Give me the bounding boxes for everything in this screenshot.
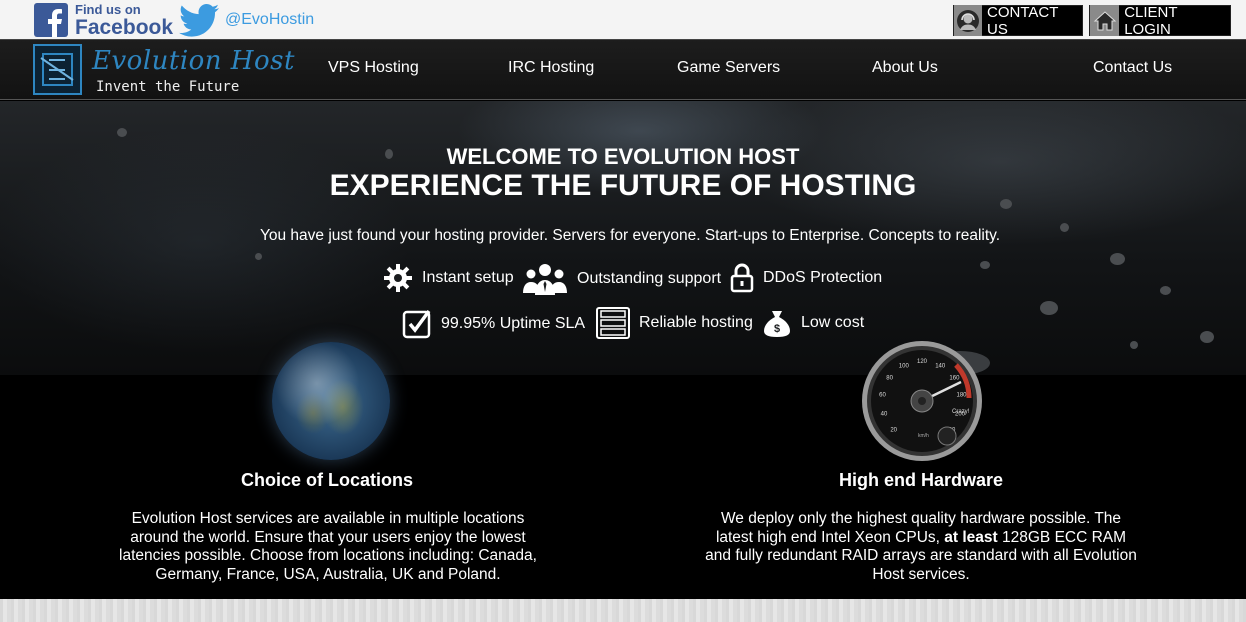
asteroid-decoration [1110, 253, 1125, 265]
asteroid-decoration [255, 253, 262, 260]
globe-image [272, 342, 390, 460]
svg-text:$: $ [774, 323, 780, 335]
facebook-link[interactable]: Find us on Facebook [75, 3, 173, 38]
client-login-label: CLIENT LOGIN [1124, 3, 1178, 38]
home-icon [1090, 5, 1120, 36]
hardware-description: We deploy only the highest quality hardw… [705, 510, 1137, 584]
contact-us-button[interactable]: CONTACT US [953, 3, 1083, 38]
checkbox-icon [402, 309, 431, 339]
client-login-button[interactable]: CLIENT LOGIN [1089, 3, 1231, 38]
locations-description: Evolution Host services are available in… [119, 510, 537, 583]
gauge-tick-label: 100 [899, 363, 910, 369]
locations-title: Choice of Locations [240, 470, 413, 490]
brand-tagline: Invent the Future [96, 79, 240, 95]
asteroid-decoration [980, 261, 990, 269]
gauge-caption: Crazy! [952, 409, 970, 415]
feature-outstanding-support: Outstanding support [522, 263, 721, 295]
feature-label: 99.95% Uptime SLA [441, 315, 586, 332]
twitter-icon[interactable] [179, 4, 219, 37]
feature-label: Instant setup [422, 269, 514, 286]
feature-low-cost: $ Low cost [762, 308, 864, 338]
gauge-tick-label: 160 [949, 376, 960, 382]
feature-label: Outstanding support [577, 270, 722, 287]
money-bag-icon: $ [764, 311, 790, 337]
nav-about-us[interactable]: About Us [872, 60, 938, 76]
gauge-tick-label: 80 [886, 376, 893, 382]
hero-welcome-text: WELCOME TO EVOLUTION HOST [446, 144, 800, 169]
support-agent-icon [954, 5, 983, 36]
nav-contact-us[interactable]: Contact Us [1093, 60, 1172, 76]
facebook-line2: Facebook [75, 16, 174, 39]
gauge-tick-label: 120 [917, 359, 928, 365]
gauge-unit: km/h [918, 433, 929, 439]
twitter-handle-link[interactable]: @EvoHostin [225, 11, 314, 29]
hero-subtitle: You have just found your hosting provide… [259, 227, 1001, 244]
main-navbar: Evolution Host Invent the Future VPS Hos… [0, 40, 1246, 100]
hero-banner: WELCOME TO EVOLUTION HOST EXPERIENCE THE… [0, 101, 1246, 375]
feature-label: Reliable hosting [639, 314, 753, 331]
asteroid-decoration [117, 128, 127, 137]
facebook-line1: Find us on [75, 2, 141, 17]
gauge-tick-label: 180 [956, 393, 967, 399]
team-icon [523, 264, 567, 295]
feature-label: Low cost [801, 314, 865, 331]
lock-icon [730, 263, 754, 293]
hardware-title: High end Hardware [838, 470, 1004, 490]
social-topbar: Find us on Facebook @EvoHostin CONTACT U… [0, 0, 1246, 40]
nav-vps-hosting[interactable]: VPS Hosting [328, 60, 419, 76]
asteroid-decoration [1040, 301, 1058, 315]
feature-instant-setup: Instant setup [383, 263, 514, 293]
speedometer-image: 20406080100120140160180200220 Crazy! km/… [862, 341, 982, 461]
nav-irc-hosting[interactable]: IRC Hosting [508, 60, 594, 76]
hardware-text-bold: at least [944, 528, 998, 546]
feature-reliable-hosting: Reliable hosting [596, 307, 753, 339]
gauge-tick-label: 20 [890, 427, 897, 433]
asteroid-decoration [1130, 341, 1138, 349]
contact-us-label: CONTACT US [987, 3, 1059, 38]
asteroid-decoration [1200, 331, 1214, 343]
brand-logo-icon [33, 44, 82, 95]
facebook-icon[interactable] [34, 3, 68, 37]
server-icon [596, 307, 630, 339]
feature-uptime-sla: 99.95% Uptime SLA [402, 309, 585, 339]
gauge-tick-label: 40 [881, 411, 888, 417]
feature-label: DDoS Protection [763, 269, 883, 286]
gear-icon [384, 264, 412, 292]
footer-strip [0, 599, 1246, 622]
nav-game-servers[interactable]: Game Servers [677, 60, 780, 76]
hero-headline: EXPERIENCE THE FUTURE OF HOSTING [329, 169, 917, 202]
gauge-tick-label: 60 [879, 393, 886, 399]
asteroid-decoration [1160, 286, 1171, 295]
brand-name: Evolution Host [92, 46, 295, 76]
gauge-tick-label: 140 [935, 363, 946, 369]
feature-ddos-protection: DDoS Protection [730, 263, 882, 293]
